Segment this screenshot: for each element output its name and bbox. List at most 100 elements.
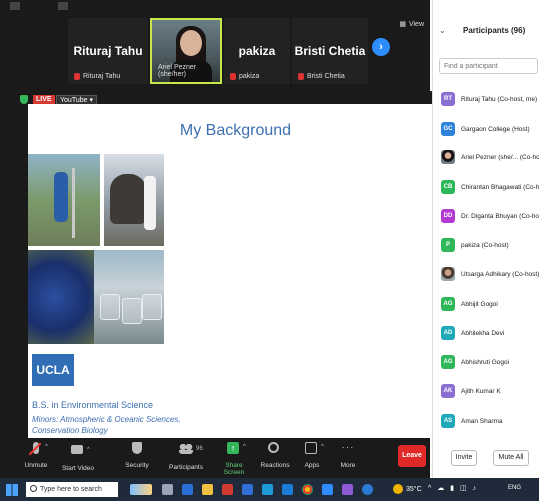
participant-name: Abhishruti Gogoi [461, 358, 510, 366]
participant-row[interactable]: AG Abhijit Gogoi [441, 293, 539, 315]
meeting-controls-toolbar: ^ Unmute ^ Start Video Security 96 Parti… [0, 438, 430, 478]
participant-avatar [441, 267, 455, 281]
participant-avatar: AG [441, 297, 455, 311]
start-video-button[interactable]: ^ Start Video [60, 442, 96, 472]
camera-off-icon: ^ [71, 445, 90, 459]
participant-name: Ajith Kumar K [461, 387, 501, 395]
participant-row[interactable]: Ariel Pezner (she/... (Co-host) [441, 146, 539, 168]
participant-row[interactable]: Ppakiza (Co-host) [441, 234, 539, 256]
more-icon: ··· [341, 442, 355, 453]
participant-avatar: DD [441, 209, 455, 223]
participant-name: Chirantan Bhagawati (Co-host) [461, 183, 539, 191]
share-screen-button[interactable]: ↑ ^ Share Screen [216, 442, 252, 476]
video-tile-rituraj[interactable]: Rituraj Tahu Rituraj Tahu [68, 18, 148, 84]
system-tray-icons[interactable]: ^ ☁ ▮ ◫ ♪ [428, 484, 478, 492]
reactions-label: Reactions [260, 462, 290, 469]
participant-row[interactable]: Utsarga Adhikary (Co-host) [441, 263, 539, 285]
photo-person [54, 172, 68, 222]
next-page-arrow-icon[interactable]: › [372, 38, 390, 56]
participant-avatar: AS [441, 414, 455, 428]
sun-icon [393, 484, 403, 494]
window-control-icon[interactable] [10, 2, 20, 10]
shared-screen-slide: My Background UCLA B.S. in Environmental… [28, 104, 443, 438]
participant-name: Rituraj Tahu (Co-host, me) [461, 95, 538, 103]
participant-row[interactable]: AD Abhilekha Devi [441, 322, 539, 344]
leave-button[interactable]: Leave [398, 445, 426, 467]
photo-jar [122, 298, 142, 324]
share-screen-label: Share Screen [223, 462, 245, 476]
video-feed-person-face [180, 30, 202, 56]
view-button[interactable]: ▦ View [399, 20, 424, 29]
security-label: Security [125, 462, 149, 469]
participant-name: Dr. Diganta Bhuyan (Co-host) [461, 212, 539, 220]
mute-all-button[interactable]: Mute All [493, 450, 529, 466]
windows-taskbar: Type here to search 35°C ^ ☁ ▮ ◫ ♪ ENG [0, 478, 539, 501]
participant-search-input[interactable] [439, 58, 538, 74]
video-tile-ariel-active-speaker[interactable]: Ariel Pezner (she/her) [150, 18, 222, 84]
participants-button[interactable]: 96 Participants [166, 442, 206, 471]
taskbar-news-widget-icon[interactable] [130, 484, 152, 495]
zoom-app-icon[interactable] [322, 484, 333, 495]
photo-jar [100, 294, 120, 320]
participant-avatar: AG [441, 355, 455, 369]
video-tile-pakiza[interactable]: pakiza pakiza [224, 18, 290, 84]
taskbar-app-icon[interactable] [362, 484, 373, 495]
participant-name: Ariel Pezner (she/... (Co-host) [461, 153, 539, 161]
weather-widget[interactable]: 35°C [393, 484, 422, 494]
participant-avatar [441, 150, 455, 164]
tile-name-text: pakiza [239, 73, 260, 80]
participant-name: Aman Sharma [461, 417, 503, 425]
taskbar-app-icon[interactable] [222, 484, 233, 495]
taskbar-app-icon[interactable] [182, 484, 193, 495]
share-screen-icon: ↑ ^ [227, 442, 246, 456]
windows-start-icon[interactable] [6, 484, 18, 496]
participant-row[interactable]: AG Abhishruti Gogoi [441, 351, 539, 373]
start-video-label: Start Video [61, 465, 95, 472]
taskbar-search-box[interactable]: Type here to search [26, 482, 118, 497]
tile-name-text: Rituraj Tahu [83, 73, 121, 80]
invite-button[interactable]: Invite [451, 450, 477, 466]
apps-icon: ^ [305, 442, 324, 456]
chevron-down-icon[interactable]: ⌄ [439, 26, 446, 35]
taskbar-app-icon[interactable] [242, 484, 253, 495]
participant-avatar: P [441, 238, 455, 252]
search-icon [30, 485, 37, 492]
reactions-icon [268, 442, 282, 456]
edge-browser-icon[interactable] [262, 484, 273, 495]
tile-display-name: Rituraj Tahu [73, 44, 143, 58]
language-indicator[interactable]: ENG [508, 485, 521, 491]
taskbar-app-icon[interactable] [282, 484, 293, 495]
participant-avatar: AD [441, 326, 455, 340]
photo-bear-statue [110, 174, 146, 224]
unmute-label: Unmute [24, 462, 48, 469]
apps-button[interactable]: ^ Apps [300, 442, 324, 469]
unmute-button[interactable]: ^ Unmute [22, 442, 50, 469]
task-view-icon[interactable] [162, 484, 173, 495]
window-control-icon[interactable] [58, 2, 68, 10]
chrome-icon[interactable] [302, 484, 313, 495]
participant-row[interactable]: CB Chirantan Bhagawati (Co-host) [441, 176, 539, 198]
participant-avatar: CB [441, 180, 455, 194]
participant-row[interactable]: AS Aman Sharma [441, 410, 539, 432]
participant-row[interactable]: GC Gargaon College (Host) [441, 118, 539, 140]
view-label: View [408, 20, 424, 28]
participant-avatar: RT [441, 92, 455, 106]
video-tile-bristi[interactable]: Bristi Chetia Bristi Chetia [292, 18, 368, 84]
participants-icon: 96 [179, 444, 203, 458]
taskbar-app-icon[interactable] [342, 484, 353, 495]
more-button[interactable]: ··· More [336, 442, 360, 469]
participants-panel-footer: Invite Mute All [433, 448, 539, 470]
participant-row[interactable]: DD Dr. Diganta Bhuyan (Co-host) [441, 205, 539, 227]
fieldwork-photo [28, 154, 100, 246]
participants-count: 96 [196, 446, 203, 452]
participant-row[interactable]: RT Rituraj Tahu (Co-host, me) [441, 88, 539, 110]
minors-text: Minors: Atmospheric & Oceanic Sciences, … [32, 415, 181, 435]
reactions-button[interactable]: Reactions [260, 442, 290, 469]
participant-row[interactable]: AK Ajith Kumar K [441, 380, 539, 402]
security-button[interactable]: Security [122, 442, 152, 469]
shield-icon[interactable] [20, 95, 28, 104]
tile-name-text: Ariel Pezner (she/her) [158, 64, 197, 78]
photo-person [144, 176, 156, 230]
participant-name: pakiza (Co-host) [461, 241, 509, 249]
file-explorer-icon[interactable] [202, 484, 213, 495]
